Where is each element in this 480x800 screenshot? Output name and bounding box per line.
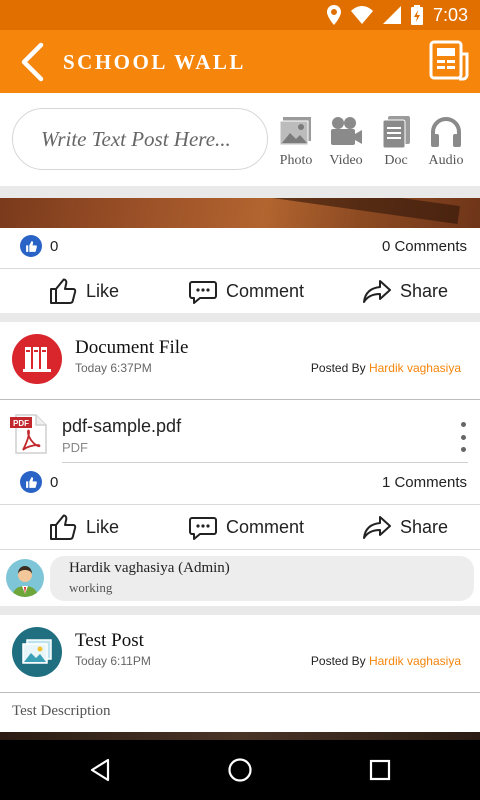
audio-label: Audio: [428, 153, 464, 168]
thumbs-up-icon: [25, 476, 37, 488]
photo-button[interactable]: Photo: [274, 115, 318, 169]
status-time: 7:03: [432, 4, 468, 25]
comment-label: Comment: [226, 280, 305, 301]
admin-avatar: [6, 559, 44, 597]
text-post-input[interactable]: Write Text Post Here...: [12, 108, 268, 170]
pdf-file-icon: PDF: [8, 413, 50, 455]
comment-bubble: Hardik vaghasiya (Admin) working: [50, 556, 474, 601]
share-button[interactable]: Share: [362, 512, 448, 542]
like-label: Like: [86, 516, 120, 537]
document-avatar-icon: [12, 334, 62, 384]
comment-author: Hardik vaghasiya (Admin): [69, 560, 230, 576]
page-title: SCHOOL WALL: [63, 50, 246, 74]
posted-by-label: Posted By: [310, 361, 366, 375]
thumbs-up-outline-icon: [50, 278, 77, 304]
divider: [0, 549, 480, 550]
comment-count[interactable]: 1 Comments: [382, 474, 467, 491]
nav-home-button[interactable]: [225, 755, 255, 785]
file-divider: [62, 462, 468, 463]
video-label: Video: [329, 153, 363, 168]
comment-label: Comment: [226, 516, 305, 537]
share-button[interactable]: Share: [362, 276, 448, 306]
author-link[interactable]: Hardik vaghasiya: [369, 361, 461, 375]
post-title: Document File: [75, 337, 189, 358]
location-icon: [326, 5, 341, 25]
pdf-icon-label: PDF: [13, 419, 29, 428]
doc-label: Doc: [384, 153, 408, 168]
share-icon: [363, 280, 391, 303]
triangle-back-icon: [90, 758, 110, 782]
comment-count[interactable]: 0 Comments: [382, 238, 467, 255]
comment-icon: [189, 517, 217, 540]
divider: [0, 504, 480, 505]
wifi-icon: [350, 6, 373, 24]
back-arrow-icon: [21, 42, 44, 82]
nav-recents-button[interactable]: [365, 755, 395, 785]
like-count: 0: [50, 238, 59, 255]
video-camera-icon: [331, 117, 362, 145]
comment-button[interactable]: Comment: [188, 276, 304, 306]
file-type: PDF: [62, 440, 88, 455]
file-name[interactable]: pdf-sample.pdf: [62, 416, 181, 437]
video-button[interactable]: Video: [324, 115, 368, 169]
like-button[interactable]: Like: [48, 512, 119, 542]
comment-icon: [189, 281, 217, 304]
like-button[interactable]: Like: [48, 276, 119, 306]
more-options-icon[interactable]: [458, 422, 468, 452]
document-icon: [382, 116, 410, 149]
like-count-badge: [20, 235, 42, 257]
post-image[interactable]: [0, 198, 480, 228]
system-nav-bar: [0, 740, 480, 800]
comment-text: working: [69, 580, 113, 595]
headphones-icon: [431, 117, 461, 147]
post-time: Today 6:11PM: [75, 654, 151, 668]
photo-icon: [279, 117, 311, 146]
like-label: Like: [86, 280, 120, 301]
thumbs-up-icon: [25, 240, 37, 252]
app-bar: SCHOOL WALL: [0, 30, 480, 93]
post-card-3: [0, 615, 480, 740]
share-label: Share: [400, 280, 449, 301]
post-image-peek: [0, 732, 480, 740]
post-title: Test Post: [75, 630, 144, 651]
post-time: Today 6:37PM: [75, 361, 152, 375]
battery-icon: [410, 5, 423, 25]
photo-label: Photo: [279, 153, 313, 168]
divider: [0, 268, 480, 269]
status-icons: 7:03: [326, 4, 468, 25]
audio-button[interactable]: Audio: [424, 115, 468, 169]
circle-home-icon: [228, 758, 252, 782]
doc-button[interactable]: Doc: [374, 115, 418, 169]
post-description: Test Description: [12, 703, 111, 719]
divider: [0, 692, 480, 693]
newspaper-icon: [429, 40, 469, 81]
post-composer: Write Text Post Here... Photo Video Doc: [0, 93, 480, 186]
posted-by: Posted By Hardik vaghasiya: [311, 361, 461, 375]
like-count: 0: [50, 474, 59, 491]
share-icon: [363, 516, 391, 539]
author-link[interactable]: Hardik vaghasiya: [369, 654, 461, 668]
share-label: Share: [400, 516, 449, 537]
back-button[interactable]: [10, 40, 54, 84]
like-count-badge: [20, 471, 42, 493]
posted-by-label: Posted By: [310, 654, 366, 668]
nav-back-button[interactable]: [85, 755, 115, 785]
status-bar: 7:03: [0, 0, 480, 30]
square-recents-icon: [369, 759, 391, 781]
divider: [0, 399, 480, 400]
comment-button[interactable]: Comment: [188, 512, 304, 542]
signal-icon: [382, 6, 401, 24]
news-feed-button[interactable]: [428, 40, 470, 82]
posted-by: Posted By Hardik vaghasiya: [311, 654, 461, 668]
thumbs-up-outline-icon: [50, 514, 77, 540]
photo-post-avatar-icon: [12, 627, 62, 677]
